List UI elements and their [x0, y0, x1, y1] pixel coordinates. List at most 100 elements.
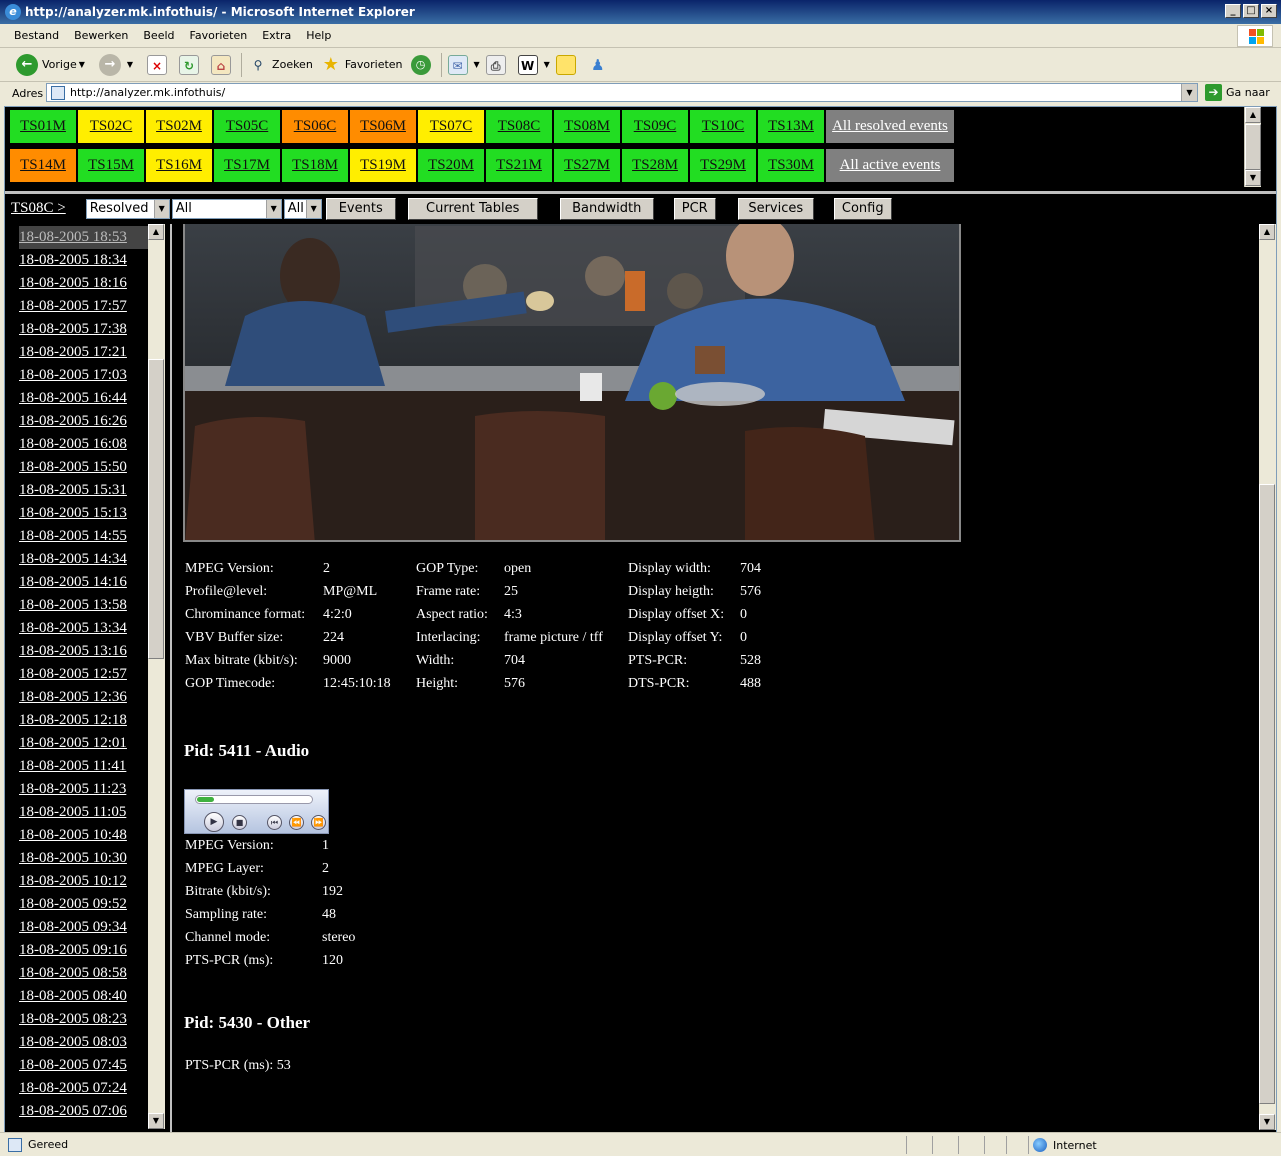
event-date-link[interactable]: 18-08-2005 11:41	[19, 755, 149, 778]
scroll-up-icon[interactable]: ▲	[1245, 107, 1261, 123]
event-date-link[interactable]: 18-08-2005 12:57	[19, 663, 149, 686]
pcr-button[interactable]: PCR	[673, 197, 716, 220]
event-date-link[interactable]: 18-08-2005 16:08	[19, 433, 149, 456]
event-date-link[interactable]: 18-08-2005 17:38	[19, 318, 149, 341]
event-date-link[interactable]: 18-08-2005 12:36	[19, 686, 149, 709]
event-date-link[interactable]: 18-08-2005 12:18	[19, 709, 149, 732]
scroll-thumb[interactable]	[1245, 124, 1261, 170]
mail-icon[interactable]: ✉	[447, 54, 468, 75]
event-date-link[interactable]: 18-08-2005 14:34	[19, 548, 149, 571]
ts-status-cell[interactable]: TS05C	[214, 110, 280, 143]
audio-seek-bar[interactable]	[195, 795, 313, 804]
event-date-link[interactable]: 18-08-2005 15:31	[19, 479, 149, 502]
event-date-link[interactable]: 18-08-2005 09:16	[19, 939, 149, 962]
back-button[interactable]: ← Vorige ▼	[16, 53, 91, 76]
ts-status-cell[interactable]: TS07C	[418, 110, 484, 143]
event-date-link[interactable]: 18-08-2005 15:50	[19, 456, 149, 479]
event-date-link[interactable]: 18-08-2005 13:34	[19, 617, 149, 640]
event-date-link[interactable]: 18-08-2005 14:55	[19, 525, 149, 548]
event-date-link[interactable]: 18-08-2005 17:21	[19, 341, 149, 364]
services-button[interactable]: Services	[737, 197, 814, 220]
scroll-up-icon[interactable]: ▲	[1259, 224, 1275, 240]
stop-icon[interactable]: ■	[232, 815, 247, 830]
menu-bewerken[interactable]: Bewerken	[74, 29, 128, 42]
forward-button[interactable]: → ▼	[98, 53, 139, 76]
minimize-button[interactable]: _	[1225, 4, 1241, 18]
maximize-button[interactable]: □	[1243, 4, 1259, 18]
ts-frame-scrollbar[interactable]: ▲ ▼	[1244, 107, 1261, 187]
config-button[interactable]: Config	[833, 197, 892, 220]
event-date-link[interactable]: 18-08-2005 18:53	[19, 226, 149, 249]
event-date-link[interactable]: 18-08-2005 17:03	[19, 364, 149, 387]
ts-status-cell[interactable]: TS21M	[486, 149, 552, 182]
level-select[interactable]: All ▼	[283, 198, 322, 219]
ts-status-cell[interactable]: TS15M	[78, 149, 144, 182]
ts-status-cell[interactable]: TS28M	[622, 149, 688, 182]
ts-status-cell[interactable]: TS09C	[622, 110, 688, 143]
event-date-link[interactable]: 18-08-2005 16:26	[19, 410, 149, 433]
ts-status-cell[interactable]: TS20M	[418, 149, 484, 182]
forward-dropdown-icon[interactable]: ▼	[127, 60, 133, 69]
event-date-link[interactable]: 18-08-2005 15:13	[19, 502, 149, 525]
ts-status-cell[interactable]: TS19M	[350, 149, 416, 182]
type-select[interactable]: All ▼	[171, 198, 282, 219]
detail-frame-scrollbar[interactable]: ▲ ▼	[1259, 224, 1276, 1130]
print-icon[interactable]: ⎙	[485, 54, 506, 75]
previous-icon[interactable]: ⏮	[267, 815, 282, 830]
event-date-link[interactable]: 18-08-2005 08:40	[19, 985, 149, 1008]
ts-status-cell[interactable]: TS02C	[78, 110, 144, 143]
go-button[interactable]: ➔ Ga naar	[1205, 84, 1270, 101]
event-date-link[interactable]: 18-08-2005 07:45	[19, 1054, 149, 1077]
menu-bestand[interactable]: Bestand	[14, 29, 59, 42]
ts-status-cell[interactable]: TS13M	[758, 110, 824, 143]
menu-favorieten[interactable]: Favorieten	[190, 29, 248, 42]
edit-dropdown-icon[interactable]: ▼	[544, 60, 550, 69]
event-date-link[interactable]: 18-08-2005 13:58	[19, 594, 149, 617]
menu-extra[interactable]: Extra	[262, 29, 291, 42]
mail-dropdown-icon[interactable]: ▼	[474, 60, 480, 69]
filter-select[interactable]: Resolved ▼	[85, 198, 170, 219]
ts-status-cell[interactable]: TS17M	[214, 149, 280, 182]
ts-status-cell[interactable]: TS29M	[690, 149, 756, 182]
scroll-thumb[interactable]	[1259, 484, 1275, 1104]
event-date-link[interactable]: 18-08-2005 14:16	[19, 571, 149, 594]
event-date-link[interactable]: 18-08-2005 11:23	[19, 778, 149, 801]
ts-status-cell[interactable]: TS14M	[10, 149, 76, 182]
ts-status-cell[interactable]: TS08C	[486, 110, 552, 143]
address-dropdown-icon[interactable]: ▼	[1181, 84, 1197, 101]
address-input[interactable]: http://analyzer.mk.infothuis/ ▼	[46, 83, 1198, 102]
stop-icon[interactable]: ×	[147, 54, 168, 75]
play-icon[interactable]: ▶	[204, 812, 224, 832]
scroll-down-icon[interactable]: ▼	[148, 1113, 164, 1129]
all-events-link[interactable]: All active events	[826, 149, 954, 182]
search-button[interactable]: ⚲ Zoeken	[248, 55, 313, 75]
rewind-icon[interactable]: ⏪	[289, 815, 304, 830]
favorites-button[interactable]: ★ Favorieten	[321, 54, 403, 75]
fast-forward-icon[interactable]: ⏩	[311, 815, 326, 830]
event-date-link[interactable]: 18-08-2005 11:05	[19, 801, 149, 824]
scroll-up-icon[interactable]: ▲	[148, 224, 164, 240]
ts-status-cell[interactable]: TS06C	[282, 110, 348, 143]
edit-word-icon[interactable]: W	[517, 54, 538, 75]
ts-status-cell[interactable]: TS30M	[758, 149, 824, 182]
current-tables-button[interactable]: Current Tables	[407, 197, 538, 220]
ts-status-cell[interactable]: TS08M	[554, 110, 620, 143]
bandwidth-button[interactable]: Bandwidth	[559, 197, 654, 220]
all-events-link[interactable]: All resolved events	[826, 110, 954, 143]
ts-status-cell[interactable]: TS06M	[350, 110, 416, 143]
ts-link[interactable]: TS08C >	[11, 200, 66, 217]
event-date-link[interactable]: 18-08-2005 18:34	[19, 249, 149, 272]
event-date-link[interactable]: 18-08-2005 10:30	[19, 847, 149, 870]
scroll-down-icon[interactable]: ▼	[1259, 1114, 1275, 1130]
ts-status-cell[interactable]: TS01M	[10, 110, 76, 143]
event-date-link[interactable]: 18-08-2005 07:24	[19, 1077, 149, 1100]
event-date-link[interactable]: 18-08-2005 10:48	[19, 824, 149, 847]
home-icon[interactable]: ⌂	[211, 54, 232, 75]
scroll-down-icon[interactable]: ▼	[1245, 170, 1261, 186]
ts-status-cell[interactable]: TS02M	[146, 110, 212, 143]
ts-status-cell[interactable]: TS18M	[282, 149, 348, 182]
event-date-link[interactable]: 18-08-2005 13:16	[19, 640, 149, 663]
event-date-link[interactable]: 18-08-2005 17:57	[19, 295, 149, 318]
event-date-link[interactable]: 18-08-2005 08:03	[19, 1031, 149, 1054]
menu-help[interactable]: Help	[306, 29, 331, 42]
